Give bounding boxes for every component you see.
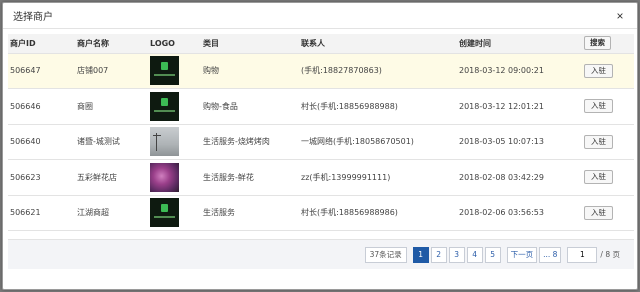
- select-merchant-dialog: 选择商户 × 商户ID 商户名称 LOGO 类目 联系人 创建时间 搜索 506…: [2, 2, 638, 290]
- merchant-logo: [150, 91, 179, 121]
- cell-contact: 村长(手机:18856988986): [301, 208, 398, 218]
- page-4-button[interactable]: 4: [466, 246, 483, 263]
- pagination: 37条记录 1 2 3 4 5 下一页 ... 8 / 8 页: [363, 246, 620, 263]
- close-icon[interactable]: ×: [613, 9, 627, 23]
- cell-merchant-id: 506647: [10, 66, 41, 76]
- dialog-header: 选择商户 ×: [3, 3, 637, 29]
- cell-merchant-name: 店铺007: [77, 66, 109, 76]
- cell-merchant-id: 506646: [10, 101, 41, 111]
- cell-category: 生活服务-鲜花: [203, 172, 254, 182]
- cell-merchant-name: 五彩鲜花店: [77, 172, 117, 182]
- cell-logo: [148, 89, 201, 125]
- cell-action: 入驻: [582, 53, 634, 89]
- page-3-button[interactable]: 3: [448, 246, 465, 263]
- table-row[interactable]: 506647 店铺007 购物 (手机:18827870863) 2018-03…: [8, 53, 634, 89]
- dialog-title: 选择商户: [13, 12, 53, 23]
- header-merchant-name: 商户名称: [75, 34, 148, 54]
- record-count: 37条记录: [364, 246, 407, 263]
- cell-contact: (手机:18827870863): [301, 66, 382, 76]
- search-button[interactable]: 搜索: [584, 36, 611, 51]
- merchant-logo: [150, 198, 179, 228]
- cell-contact: zz(手机:13999991111): [301, 172, 391, 182]
- cell-merchant-name: 诸暨-城测试: [77, 137, 120, 147]
- cell-merchant-id: 506640: [10, 137, 41, 147]
- page-2-button[interactable]: 2: [430, 246, 447, 263]
- cell-logo: [148, 53, 201, 89]
- table-row[interactable]: 506623 五彩鲜花店 生活服务-鲜花 zz(手机:13999991111) …: [8, 160, 634, 196]
- cell-contact: 村长(手机:18856988988): [301, 101, 398, 111]
- cell-action: 入驻: [582, 160, 634, 196]
- table-row[interactable]: 506621 江湖商超 生活服务 村长(手机:18856988986) 2018…: [8, 195, 634, 231]
- table-row[interactable]: 506640 诸暨-城测试 生活服务-烧烤烤肉 一城网络(手机:18058670…: [8, 124, 634, 160]
- last-page-button[interactable]: ... 8: [539, 246, 562, 263]
- join-button[interactable]: 入驻: [584, 63, 613, 78]
- merchant-logo: [150, 56, 179, 86]
- cell-merchant-id: 506623: [10, 172, 41, 182]
- cell-logo: [148, 160, 201, 196]
- page-5-button[interactable]: 5: [484, 246, 501, 263]
- join-button[interactable]: 入驻: [584, 134, 613, 149]
- total-pages: / 8 页: [600, 250, 620, 259]
- cell-contact: 一城网络(手机:18058670501): [301, 137, 414, 147]
- join-button[interactable]: 入驻: [584, 170, 613, 185]
- table-row[interactable]: 506646 商圈 购物-食品 村长(手机:18856988988) 2018-…: [8, 89, 634, 125]
- header-search-cell: 搜索: [582, 34, 634, 54]
- header-created-time: 创建时间: [457, 34, 582, 54]
- merchant-table: 商户ID 商户名称 LOGO 类目 联系人 创建时间 搜索 506647 店铺0…: [8, 34, 634, 231]
- cell-action: 入驻: [582, 195, 634, 231]
- cell-logo: [148, 124, 201, 160]
- page-number-input[interactable]: [567, 246, 598, 263]
- cell-created-time: 2018-02-08 03:42:29: [459, 172, 544, 182]
- page-1-button[interactable]: 1: [412, 246, 429, 263]
- cell-created-time: 2018-03-05 10:07:13: [459, 137, 544, 147]
- cell-created-time: 2018-03-12 09:00:21: [459, 66, 544, 76]
- cell-category: 生活服务: [203, 208, 235, 218]
- merchant-logo: [150, 162, 179, 192]
- cell-created-time: 2018-03-12 12:01:21: [459, 101, 544, 111]
- cell-action: 入驻: [582, 89, 634, 125]
- header-merchant-id: 商户ID: [8, 34, 75, 54]
- join-button[interactable]: 入驻: [584, 99, 613, 114]
- cell-merchant-id: 506621: [10, 208, 41, 218]
- cell-logo: [148, 195, 201, 231]
- table-header-row: 商户ID 商户名称 LOGO 类目 联系人 创建时间 搜索: [8, 34, 634, 54]
- header-category: 类目: [201, 34, 299, 54]
- cell-category: 购物-食品: [203, 101, 238, 111]
- cell-merchant-name: 商圈: [77, 101, 93, 111]
- cell-category: 购物: [203, 66, 219, 76]
- merchant-logo: [150, 127, 179, 157]
- cell-merchant-name: 江湖商超: [77, 208, 109, 218]
- cell-action: 入驻: [582, 124, 634, 160]
- join-button[interactable]: 入驻: [584, 205, 613, 220]
- header-logo: LOGO: [148, 34, 201, 54]
- header-contact: 联系人: [299, 34, 457, 54]
- pagination-bar: 37条记录 1 2 3 4 5 下一页 ... 8 / 8 页: [8, 239, 634, 269]
- cell-created-time: 2018-02-06 03:56:53: [459, 208, 544, 218]
- cell-category: 生活服务-烧烤烤肉: [203, 137, 270, 147]
- next-page-button[interactable]: 下一页: [506, 246, 538, 263]
